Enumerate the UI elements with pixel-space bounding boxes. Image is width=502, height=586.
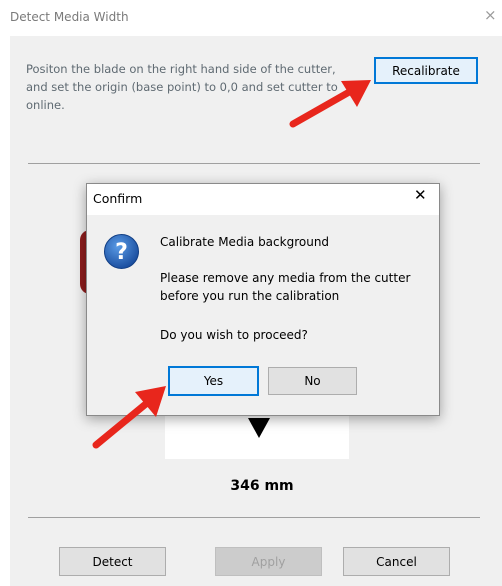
yes-button[interactable]: Yes: [168, 366, 259, 396]
divider: [28, 163, 480, 164]
svg-text:?: ?: [115, 240, 128, 265]
apply-button: Apply: [215, 547, 322, 576]
media-width-value: 346 mm: [230, 478, 294, 494]
window-title: Detect Media Width: [10, 10, 129, 24]
title-bar: Detect Media Width ×: [0, 0, 502, 36]
confirm-heading: Calibrate Media background: [160, 235, 330, 249]
question-icon: ?: [104, 234, 139, 269]
recalibrate-button[interactable]: Recalibrate: [374, 57, 478, 84]
position-marker-icon: [248, 418, 270, 438]
divider: [28, 517, 480, 518]
confirm-dialog-title: Confirm: [93, 191, 143, 206]
detect-button[interactable]: Detect: [59, 547, 166, 576]
close-icon[interactable]: ✕: [414, 188, 427, 203]
confirm-message-line-2: before you run the calibration: [160, 289, 340, 303]
no-button[interactable]: No: [268, 367, 357, 395]
red-arrow-icon: [92, 386, 166, 449]
confirm-question: Do you wish to proceed?: [160, 328, 308, 342]
red-arrow-icon: [289, 80, 371, 128]
confirm-message-line-1: Please remove any media from the cutter: [160, 271, 411, 285]
close-icon[interactable]: ×: [484, 8, 497, 23]
cancel-button[interactable]: Cancel: [343, 547, 450, 576]
